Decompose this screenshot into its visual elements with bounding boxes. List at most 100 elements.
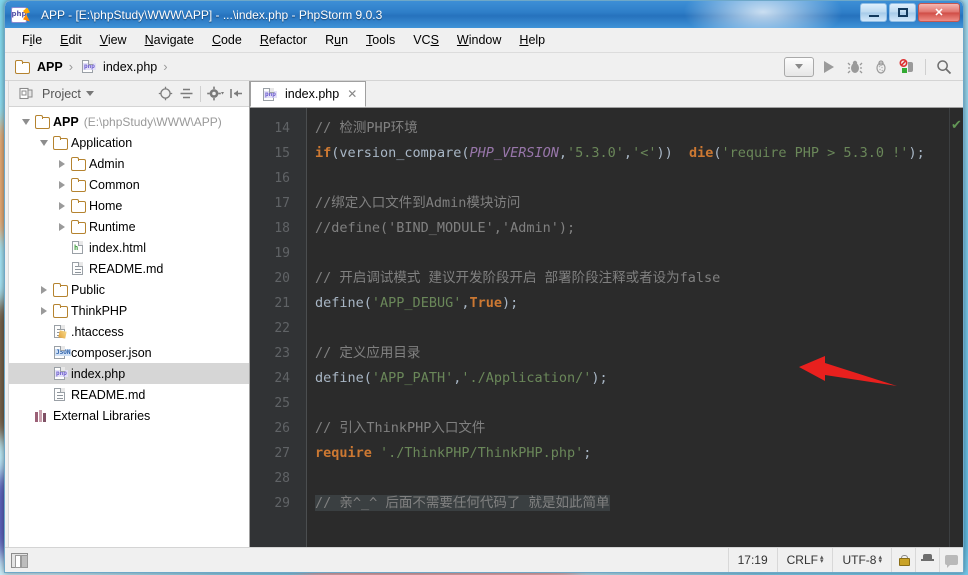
tree-item-label: Runtime <box>89 219 136 234</box>
tree-item-readme-md[interactable]: README.md <box>9 258 249 279</box>
tab-index-php[interactable]: php index.php ✕ <box>250 81 367 107</box>
settings-gear-button[interactable] <box>205 84 225 104</box>
expand-arrow-icon[interactable] <box>55 201 69 210</box>
toggle-tool-windows-button[interactable] <box>11 552 28 568</box>
code-token: 'APP_PATH' <box>371 370 454 386</box>
tree-item-admin[interactable]: Admin <box>9 153 249 174</box>
chevron-down-icon <box>85 91 94 96</box>
menu-window[interactable]: Window <box>448 30 510 50</box>
code-token: //绑定入口文件到Admin模块访问 <box>315 195 521 211</box>
tree-item-application[interactable]: Application <box>9 132 249 153</box>
line-number: 22 <box>274 321 290 336</box>
navigation-bar: APP › php index.php › <box>5 53 963 81</box>
maximize-button[interactable] <box>889 3 916 22</box>
code-token: '<' <box>632 145 657 161</box>
tree-item-thinkphp[interactable]: ThinkPHP <box>9 300 249 321</box>
code-folding-strip[interactable] <box>298 108 307 547</box>
run-button[interactable] <box>818 56 840 77</box>
coverage-button[interactable] <box>870 56 892 77</box>
tree-item-label: composer.json <box>71 345 152 360</box>
tree-item-external-libraries[interactable]: External Libraries <box>9 405 249 426</box>
libraries-icon <box>33 409 50 422</box>
tree-item-runtime[interactable]: Runtime <box>9 216 249 237</box>
tree-item-index-php[interactable]: php index.php <box>9 363 249 384</box>
expand-arrow-icon[interactable] <box>55 222 69 231</box>
window-title: APP - [E:\phpStudy\WWW\APP] - ...\index.… <box>41 7 383 22</box>
close-icon[interactable]: ✕ <box>347 87 357 101</box>
tree-item-app[interactable]: APP (E:\phpStudy\WWW\APP) <box>9 111 249 132</box>
project-icon <box>17 87 34 100</box>
code-editor[interactable]: 14 15 16 17 18 19 20 21 22 23 24 25 26 27 28 29 // 检测PH… <box>250 108 963 547</box>
tree-item-label: ThinkPHP <box>71 303 128 318</box>
encoding-selector[interactable]: UTF-8 ▴ ▾ <box>832 548 891 572</box>
code-token: ( <box>363 370 372 386</box>
collapse-all-button[interactable] <box>176 84 196 104</box>
inspection-level-button[interactable] <box>915 548 939 572</box>
tree-item-composer-json[interactable]: JSON composer.json <box>9 342 249 363</box>
expand-arrow-icon[interactable] <box>37 306 51 315</box>
inspection-marker-bar[interactable]: ✔ <box>949 108 963 547</box>
breadcrumb-label: index.php <box>103 59 158 74</box>
collapse-arrow-icon[interactable] <box>37 139 51 146</box>
tree-item-common[interactable]: Common <box>9 174 249 195</box>
menu-run[interactable]: Run <box>316 30 357 50</box>
tree-item-index-html[interactable]: h index.html <box>9 237 249 258</box>
event-log-button[interactable] <box>939 548 963 572</box>
menu-refactor[interactable]: Refactor <box>251 30 316 50</box>
menu-edit[interactable]: Edit <box>51 30 91 50</box>
encoding-label: UTF-8 <box>842 553 877 567</box>
lock-toggle-button[interactable] <box>891 548 915 572</box>
close-button[interactable]: ✕ <box>918 3 960 22</box>
hide-panel-button[interactable] <box>226 84 246 104</box>
code-token: PHP_VERSION <box>469 145 559 161</box>
menu-navigate[interactable]: Navigate <box>136 30 203 50</box>
status-bar-left <box>5 552 28 568</box>
code-token: //define('BIND_MODULE','Admin'); <box>315 220 576 236</box>
project-tree[interactable]: APP (E:\phpStudy\WWW\APP) Application Admin… <box>9 107 249 547</box>
line-separator-selector[interactable]: CRLF ▴ ▾ <box>776 548 833 572</box>
run-configuration-selector[interactable] <box>784 56 814 77</box>
tree-item-htaccess[interactable]: .htaccess <box>9 321 249 342</box>
code-token: 'require PHP > 5.3.0 !' <box>721 145 909 161</box>
project-panel-tools <box>155 84 249 104</box>
breadcrumb-item-app[interactable]: APP <box>9 58 67 76</box>
toolbar-divider <box>925 58 926 75</box>
scroll-from-source-button[interactable] <box>155 84 175 104</box>
search-everywhere-button[interactable] <box>933 56 955 77</box>
hide-panel-icon <box>229 89 242 98</box>
expand-arrow-icon[interactable] <box>55 180 69 189</box>
menu-code[interactable]: Code <box>203 30 251 50</box>
expand-arrow-icon[interactable] <box>55 159 69 168</box>
breadcrumb-separator-2: › <box>163 59 168 74</box>
caret-position[interactable]: 17:19 <box>727 548 777 572</box>
code-token: ); <box>501 295 519 311</box>
minimize-icon <box>868 14 879 17</box>
code-line: define('APP_DEBUG',True); <box>315 291 949 316</box>
menu-help[interactable]: Help <box>510 30 554 50</box>
code-token: version_compare <box>339 145 462 161</box>
collapse-arrow-icon[interactable] <box>19 118 33 125</box>
folder-icon <box>69 178 86 192</box>
code-token: './Application/' <box>461 370 592 386</box>
menu-file[interactable]: File <box>13 30 51 50</box>
debug-button[interactable] <box>844 56 866 77</box>
editor-area: php index.php ✕ 14 15 16 17 18 19 20 21 22 23 24 25… <box>250 81 963 547</box>
menu-view[interactable]: View <box>91 30 136 50</box>
code-token: True <box>469 295 502 311</box>
code-line: // 开启调试模式 建议开发阶段开启 部署阶段注释或者设为false <box>315 266 949 291</box>
menu-vcs[interactable]: VCS <box>404 30 448 50</box>
project-panel-title[interactable]: Project <box>13 85 100 103</box>
chevron-down-icon <box>795 64 803 69</box>
tree-item-public[interactable]: Public <box>9 279 249 300</box>
line-number: 26 <box>274 421 290 436</box>
stop-validate-button[interactable] <box>896 56 918 77</box>
breadcrumb-item-index-php[interactable]: php index.php <box>75 58 161 76</box>
tree-item-home[interactable]: Home <box>9 195 249 216</box>
minimize-button[interactable] <box>860 3 887 22</box>
menu-tools[interactable]: Tools <box>357 30 404 50</box>
status-bar: 17:19 CRLF ▴ ▾ UTF-8 ▴ ▾ <box>5 547 963 572</box>
tree-item-readme-md[interactable]: README.md <box>9 384 249 405</box>
source-code[interactable]: // 检测PHP环境 if (version_compare (PHP_VERSION… <box>307 108 949 547</box>
expand-arrow-icon[interactable] <box>37 285 51 294</box>
